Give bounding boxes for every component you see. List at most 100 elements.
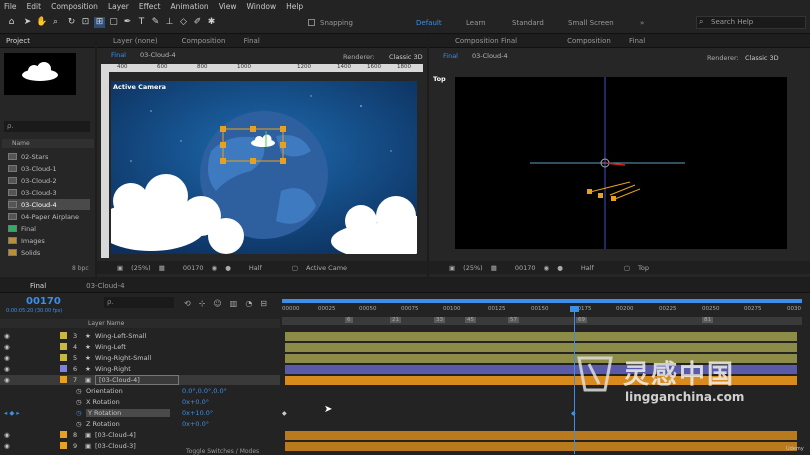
comp-marker[interactable]: 45 — [465, 317, 476, 323]
comp-canvas-right[interactable] — [455, 77, 787, 249]
magnification-icon[interactable]: ▣ — [117, 264, 123, 272]
label-color-swatch[interactable] — [60, 332, 67, 340]
flow-final-right[interactable]: Final — [443, 52, 458, 60]
menu-view[interactable]: View — [219, 2, 237, 11]
project-item-final[interactable]: Final — [8, 223, 90, 234]
menu-help[interactable]: Help — [286, 2, 303, 11]
hand-tool-icon[interactable]: ✋ — [36, 17, 47, 28]
comp-marker[interactable]: 21 — [390, 317, 401, 323]
eye-icon[interactable]: ◉ — [4, 343, 16, 351]
comp-marker[interactable]: 6 — [345, 317, 353, 323]
label-color-swatch[interactable] — [60, 442, 67, 450]
grid-icon[interactable]: ▦ — [159, 264, 165, 272]
stopwatch-icon[interactable]: ◷ — [76, 387, 86, 395]
snapshot-icon[interactable]: ◉ — [212, 264, 218, 272]
graph-editor-icon[interactable]: ⊟ — [260, 299, 267, 308]
timecode-display-right[interactable]: 00170 — [515, 264, 536, 272]
rotate-tool-icon[interactable]: ↻ — [66, 17, 77, 28]
eraser-tool-icon[interactable]: ◇ — [178, 17, 189, 28]
layer-name[interactable]: Wing-Left — [95, 343, 126, 351]
roto-brush-tool-icon[interactable]: ✐ — [192, 17, 203, 28]
project-item-04-paper-airplane[interactable]: 04-Paper Airplane — [8, 211, 90, 222]
menu-composition[interactable]: Composition — [51, 2, 98, 11]
timecode-display[interactable]: 00170 — [183, 264, 204, 272]
layer-row-4[interactable]: ◉ 4 ★ Wing-Left — [0, 342, 280, 353]
comp-right-tab[interactable]: Composition Final — [567, 37, 661, 45]
selection-tool-icon[interactable]: ➤ — [22, 17, 33, 28]
layer-name[interactable]: Wing-Left-Small — [95, 332, 146, 340]
comp-right-tab-final[interactable]: Composition Final — [455, 37, 517, 45]
home-icon[interactable]: ⌂ — [6, 17, 17, 28]
time-ruler[interactable]: 00000 00025 00050 00075 00100 00125 0015… — [282, 306, 810, 316]
transform-handle[interactable] — [280, 158, 286, 164]
stopwatch-icon[interactable]: ◷ — [76, 398, 86, 406]
eye-icon[interactable]: ◉ — [4, 431, 16, 439]
zoom-dropdown-right[interactable]: (25%) — [463, 264, 483, 272]
project-search-input[interactable]: ρ. — [4, 121, 90, 132]
draft-3d-icon[interactable]: ⊹ — [199, 299, 206, 308]
comp-marker[interactable]: 81 — [702, 317, 713, 323]
layer-bar-3[interactable] — [285, 332, 797, 341]
menu-animation[interactable]: Animation — [170, 2, 208, 11]
project-item-02-stars[interactable]: 02-Stars — [8, 151, 90, 162]
transform-handle[interactable] — [250, 158, 256, 164]
label-color-swatch[interactable] — [60, 365, 67, 373]
search-help-input[interactable]: Search Help — [696, 16, 806, 29]
keyframe-navigator-icon[interactable]: ◂ ◆ ▸ — [4, 409, 76, 417]
clone-stamp-tool-icon[interactable]: ⊥ — [164, 17, 175, 28]
layer-tab[interactable]: Layer (none) — [113, 37, 158, 45]
prop-row-z-rotation[interactable]: ◷ Z Rotation 0x+0.0° — [0, 419, 280, 430]
color-channel-icon-right[interactable]: ● — [557, 264, 563, 272]
prop-value[interactable]: 0x+10.0° — [182, 409, 213, 417]
comp-mini-flowchart-icon[interactable]: ⟲ — [184, 299, 191, 308]
renderer-value-right[interactable]: Classic 3D — [745, 54, 779, 62]
flow-final[interactable]: Final — [111, 51, 126, 59]
menu-edit[interactable]: Edit — [27, 2, 42, 11]
layer-name[interactable]: Wing-Right — [95, 365, 131, 373]
workspace-standard[interactable]: Standard — [512, 19, 544, 27]
comp-marker[interactable]: 57 — [508, 317, 519, 323]
keyframe-diamond[interactable]: ◆ — [282, 410, 287, 417]
type-tool-icon[interactable]: T — [136, 17, 147, 28]
timeline-tab-cloud-4[interactable]: 03-Cloud-4 — [86, 282, 124, 290]
work-area-bar[interactable] — [282, 299, 802, 303]
layer-bar-4[interactable] — [285, 343, 797, 352]
frame-blend-icon[interactable]: ▥ — [230, 299, 238, 308]
pen-tool-icon[interactable]: ✒ — [122, 17, 133, 28]
snapping-checkbox[interactable] — [308, 19, 315, 26]
comp-marker[interactable]: 69 — [576, 317, 587, 323]
prop-value[interactable]: 0.0°,0.0°,0.0° — [182, 387, 227, 395]
flow-cloud-4-right[interactable]: 03-Cloud-4 — [472, 52, 508, 60]
brush-tool-icon[interactable]: ✎ — [150, 17, 161, 28]
comp-canvas-left[interactable]: Active Camera — [111, 81, 417, 254]
timeline-search-input[interactable]: ρ. — [104, 297, 174, 308]
playhead-handle[interactable] — [570, 306, 579, 312]
project-item-03-cloud-1[interactable]: 03-Cloud-1 — [8, 163, 90, 174]
workspace-learn[interactable]: Learn — [466, 19, 486, 27]
workspace-small-screen[interactable]: Small Screen — [568, 19, 614, 27]
project-item-03-cloud-3[interactable]: 03-Cloud-3 — [8, 187, 90, 198]
label-color-swatch[interactable] — [60, 376, 67, 384]
layer-name-column[interactable]: Layer Name — [88, 320, 124, 327]
transform-handle[interactable] — [280, 142, 286, 148]
eye-icon[interactable]: ◉ — [4, 332, 16, 340]
project-item-images-folder[interactable]: Images — [8, 235, 90, 246]
menu-layer[interactable]: Layer — [108, 2, 129, 11]
layer-row-3[interactable]: ◉ 3 ★ Wing-Left-Small — [0, 331, 280, 342]
label-color-swatch[interactable] — [60, 343, 67, 351]
layer-name[interactable]: [03-Cloud-3] — [95, 442, 136, 450]
layer-bar-9[interactable] — [285, 442, 797, 451]
zoom-dropdown[interactable]: (25%) — [131, 264, 151, 272]
bpc-label[interactable]: 8 bpc — [72, 265, 89, 272]
resolution-dropdown[interactable]: Half — [249, 264, 262, 272]
rectangle-tool-icon[interactable]: ▢ — [108, 17, 119, 28]
renderer-value[interactable]: Classic 3D — [389, 53, 423, 61]
zoom-tool-icon[interactable]: ⌕ — [50, 17, 61, 28]
layer-name[interactable]: Wing-Right-Small — [95, 354, 151, 362]
eye-icon[interactable]: ◉ — [4, 442, 16, 450]
timeline-tab-final[interactable]: Final — [30, 282, 46, 290]
transform-handle[interactable] — [220, 158, 226, 164]
current-time-display[interactable]: 00170 — [26, 296, 61, 307]
pan-behind-tool-icon[interactable]: ⊞ — [94, 17, 105, 28]
project-item-solids-folder[interactable]: Solids — [8, 247, 90, 258]
